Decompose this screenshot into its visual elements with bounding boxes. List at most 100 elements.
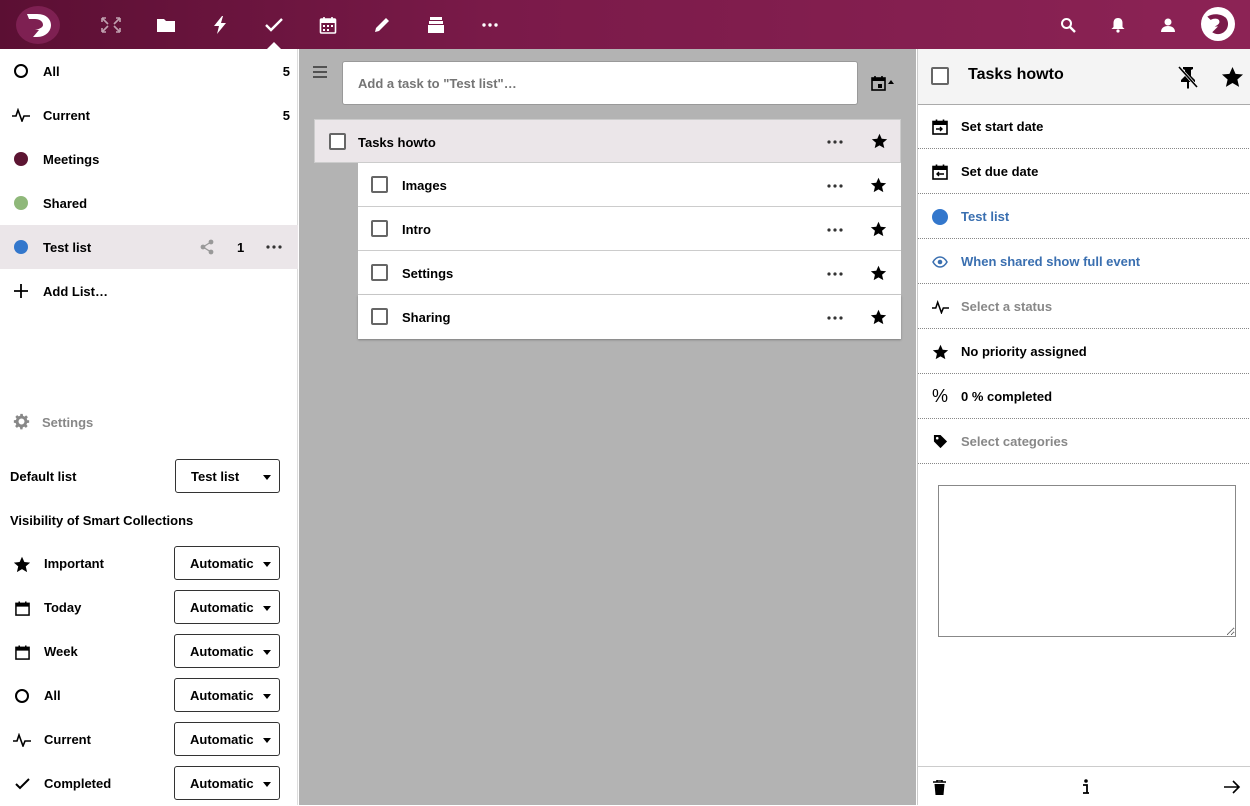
star-icon[interactable] [871,133,888,149]
categories-row[interactable]: Select categories [918,420,1250,464]
visibility-heading: Visibility of Smart Collections [10,513,194,528]
star-icon[interactable] [870,309,887,325]
details-title[interactable]: Tasks howto [968,66,1064,84]
tasks-icon[interactable] [249,0,299,49]
visibility-select[interactable]: Automatic [174,634,280,668]
circle-outline-icon [12,62,30,80]
app-logo[interactable] [16,6,60,44]
task-row[interactable]: Sharing [358,295,901,339]
sidebar-item-label: Shared [43,195,88,211]
sidebar-item-count: 5 [282,107,290,123]
user-avatar[interactable] [1201,7,1235,41]
task-title: Settings [402,266,454,281]
close-details-arrow-icon[interactable] [1224,780,1241,794]
task-checkbox[interactable] [371,308,388,325]
task-checkbox[interactable] [931,67,949,85]
visibility-select[interactable]: Automatic [174,766,280,800]
trash-icon[interactable] [933,780,946,795]
notifications-icon[interactable] [1093,0,1143,49]
sidebar-item-count: 5 [282,63,290,79]
add-task-input[interactable] [342,61,858,105]
calendar-icon [12,599,32,617]
classification-row[interactable]: When shared show full event [918,240,1250,284]
default-list-label: Default list [10,469,77,484]
collection-row-all: All Automatic [0,674,298,718]
status-row[interactable]: Select a status [918,285,1250,329]
sidebar-item-meetings[interactable]: Meetings [0,137,298,181]
more-icon[interactable] [827,272,843,276]
task-checkbox[interactable] [371,264,388,281]
calendar-start-icon [930,117,950,137]
star-icon[interactable] [870,221,887,237]
priority-row[interactable]: No priority assigned [918,330,1250,374]
star-icon [930,342,950,362]
due-date-row[interactable]: Set due date [918,150,1250,194]
star-icon[interactable] [870,177,887,193]
info-icon[interactable] [1082,779,1090,795]
more-icon[interactable] [827,184,843,188]
task-row[interactable]: Settings [358,251,901,295]
unpin-icon[interactable] [1177,65,1199,89]
prop-label: Test list [961,209,1010,224]
files-icon[interactable] [141,0,191,49]
plus-icon [12,282,30,300]
visibility-select[interactable]: Automatic [174,722,280,756]
sidebar: All 5 Current 5 Meetings Shared Test lis… [0,49,298,805]
more-icon[interactable] [827,316,843,320]
more-icon[interactable] [827,140,843,144]
details-header: Tasks howto [918,49,1250,105]
star-icon [12,555,32,573]
circle-outline-icon [12,687,32,705]
gear-icon [13,413,30,430]
calendar-icon [12,643,32,661]
sidebar-item-all[interactable]: All 5 [0,49,298,93]
sort-icon[interactable] [871,75,895,91]
sidebar-item-label: Meetings [43,151,100,167]
collection-label: Important [44,556,104,571]
task-checkbox[interactable] [371,176,388,193]
collection-row-current: Current Automatic [0,718,298,762]
notes-textarea[interactable] [938,485,1236,637]
visibility-select[interactable]: Automatic [174,678,280,712]
task-row[interactable]: Intro [358,207,901,251]
add-list-button[interactable]: Add List… [0,269,298,313]
collection-row-completed: Completed Automatic [0,762,298,806]
task-checkbox[interactable] [329,133,346,150]
task-title: Sharing [402,310,451,325]
activity-icon[interactable] [195,0,245,49]
task-row[interactable]: Images [358,163,901,207]
percent-icon: % [931,386,948,406]
list-row[interactable]: Test list [918,195,1250,239]
task-checkbox[interactable] [371,220,388,237]
sidebar-item-test-list[interactable]: Test list 1 [0,225,298,269]
sidebar-item-label: Test list [43,239,92,255]
menu-icon[interactable] [313,66,327,78]
share-icon[interactable] [199,239,215,255]
star-icon[interactable] [1221,66,1244,88]
sidebar-item-shared[interactable]: Shared [0,181,298,225]
contacts-icon[interactable] [1143,0,1193,49]
start-date-row[interactable]: Set start date [918,105,1250,149]
visibility-select[interactable]: Automatic [174,546,280,580]
pulse-icon [930,297,950,317]
settings-label: Settings [42,415,94,430]
calendar-icon[interactable] [303,0,353,49]
task-row[interactable]: Tasks howto [314,119,901,163]
list-color-dot [12,150,30,168]
search-icon[interactable] [1043,0,1093,49]
more-icon[interactable] [266,245,282,249]
deck-icon[interactable] [411,0,461,49]
default-list-select[interactable]: Test list [175,459,280,493]
sidebar-item-current[interactable]: Current 5 [0,93,298,137]
percent-row[interactable]: % 0 % completed [918,375,1250,419]
star-icon[interactable] [870,265,887,281]
more-icon[interactable] [827,228,843,232]
tag-icon [930,432,950,452]
notes-icon[interactable] [357,0,407,49]
settings-toggle[interactable]: Settings [0,400,298,444]
visibility-select[interactable]: Automatic [174,590,280,624]
more-apps-icon[interactable] [465,0,515,49]
dashboard-icon[interactable] [86,0,136,49]
prop-label: Set due date [961,164,1039,179]
sidebar-item-label: Current [43,107,90,123]
